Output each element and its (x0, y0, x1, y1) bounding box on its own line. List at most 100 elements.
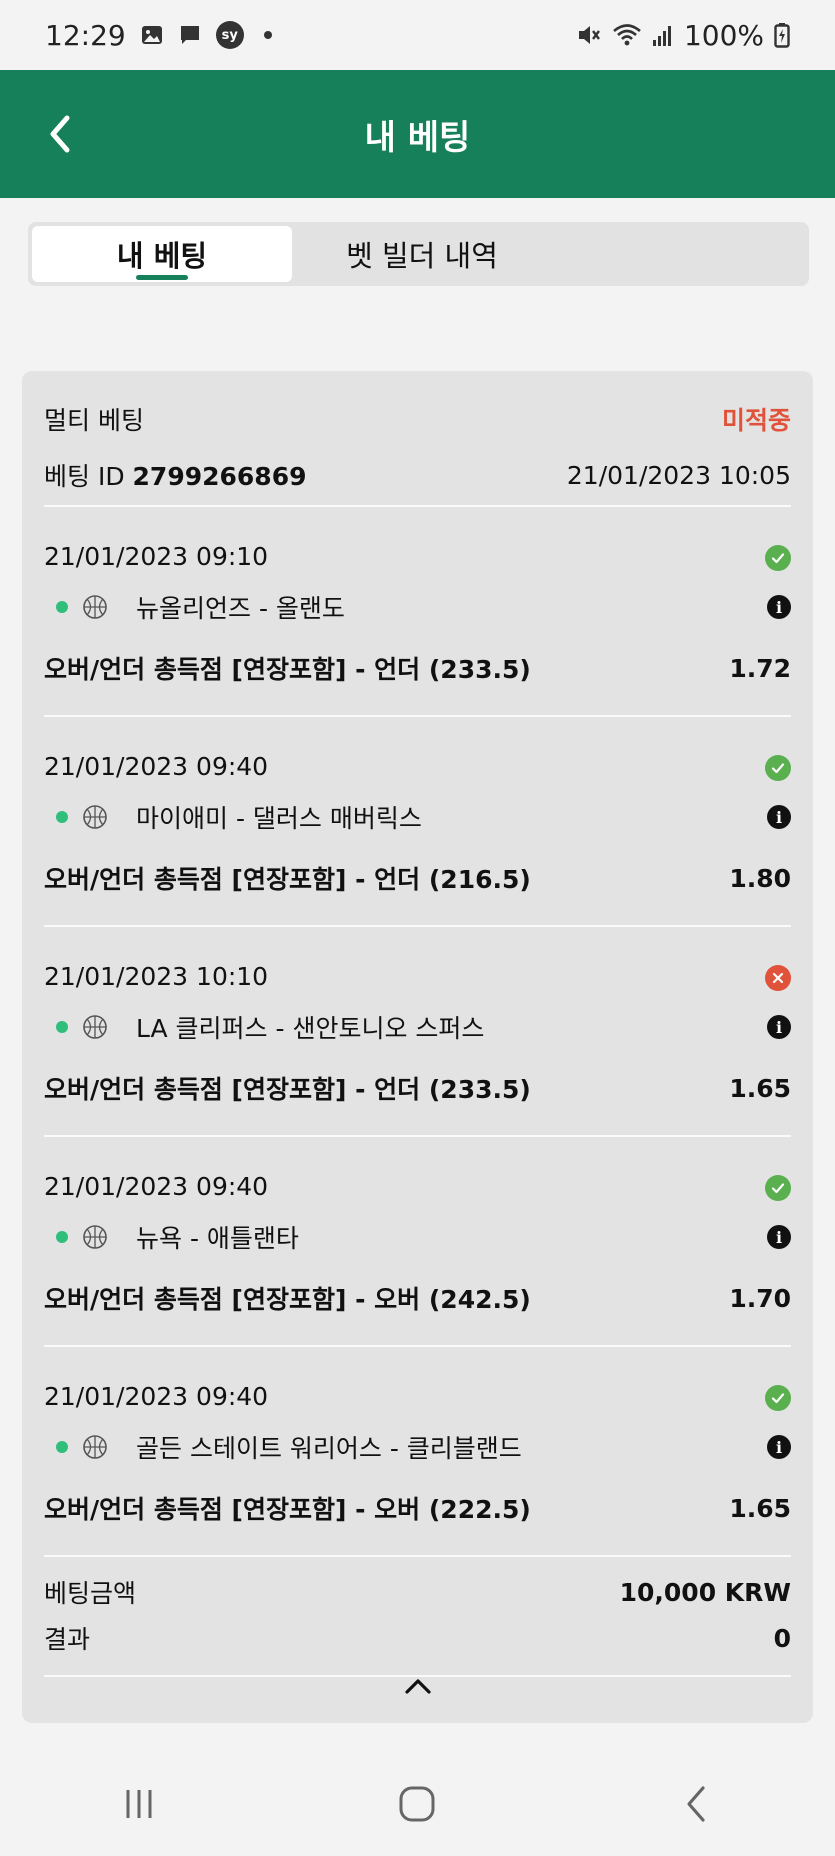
info-icon[interactable]: i (767, 805, 791, 829)
selection-match-row: 뉴욕 - 애틀랜타 i (44, 1207, 791, 1267)
selection-market: 오버/언더 총득점 [연장포함] - 오버 (222.5) (44, 1495, 531, 1524)
bet-id-label: 베팅 ID (44, 462, 125, 491)
selection-match: 마이애미 - 댈러스 매버릭스 (136, 804, 422, 833)
selection-header: 21/01/2023 10:10 (44, 927, 791, 997)
selection-datetime: 21/01/2023 10:10 (44, 962, 269, 991)
tab-label: 벳 빌더 내역 (346, 239, 498, 273)
tab-bet-builder-history[interactable]: 벳 빌더 내역 (292, 226, 552, 282)
battery-icon (774, 22, 790, 48)
bet-id: 베팅 ID 2799266869 (44, 457, 306, 493)
battery-percent: 100% (683, 18, 764, 52)
selection-item: 21/01/2023 09:40 뉴욕 - 애틀랜타 i 오버/언더 총득점 [… (44, 1137, 791, 1347)
bet-type-row: 멀티 베팅 미적중 (44, 401, 791, 437)
selection-odds: 1.65 (729, 1073, 791, 1103)
home-button[interactable] (377, 1774, 457, 1834)
selection-item: 21/01/2023 09:40 골든 스테이트 워리어스 - 클리블랜드 i … (44, 1347, 791, 1557)
selection-odds: 1.72 (729, 653, 791, 683)
result-row: 결과 0 (44, 1615, 791, 1661)
check-icon (765, 1175, 791, 1201)
basketball-icon (82, 594, 108, 620)
status-time: 12:29 (45, 18, 126, 52)
selection-odds: 1.65 (729, 1493, 791, 1523)
selection-market: 오버/언더 총득점 [연장포함] - 오버 (242.5) (44, 1285, 531, 1314)
selection-match-row: 골든 스테이트 워리어스 - 클리블랜드 i (44, 1417, 791, 1477)
dot-icon (263, 31, 272, 39)
bet-id-number: 2799266869 (132, 462, 307, 491)
info-icon[interactable]: i (767, 1435, 791, 1459)
recents-button[interactable] (99, 1774, 179, 1834)
live-dot-icon (56, 811, 68, 823)
check-icon (765, 545, 791, 571)
signal-icon (652, 23, 674, 47)
active-tab-indicator (136, 275, 188, 280)
selection-market-row: 오버/언더 총득점 [연장포함] - 언더 (233.5) 1.65 (44, 1057, 791, 1119)
collapse-button[interactable] (22, 1661, 813, 1711)
selection-item: 21/01/2023 09:40 마이애미 - 댈러스 매버릭스 i 오버/언더… (44, 717, 791, 927)
wifi-icon (612, 22, 642, 48)
gallery-icon (140, 23, 164, 47)
selection-match: LA 클리퍼스 - 샌안토니오 스퍼스 (136, 1014, 485, 1043)
info-icon[interactable]: i (767, 595, 791, 619)
sy-icon: sy (215, 21, 244, 49)
selection-header: 21/01/2023 09:40 (44, 1137, 791, 1207)
selection-market: 오버/언더 총득점 [연장포함] - 언더 (216.5) (44, 865, 531, 894)
selection-datetime: 21/01/2023 09:40 (44, 752, 269, 781)
basketball-icon (82, 1224, 108, 1250)
selection-odds: 1.80 (729, 863, 791, 893)
selection-datetime: 21/01/2023 09:10 (44, 542, 269, 571)
bet-card: 멀티 베팅 미적중 베팅 ID 2799266869 21/01/2023 10… (22, 371, 813, 1723)
selection-market-row: 오버/언더 총득점 [연장포함] - 오버 (242.5) 1.70 (44, 1267, 791, 1329)
system-back-button[interactable] (656, 1774, 736, 1834)
selection-match: 골든 스테이트 워리어스 - 클리블랜드 (136, 1434, 522, 1463)
bet-status: 미적중 (721, 406, 791, 435)
selection-match: 뉴욕 - 애틀랜타 (136, 1224, 299, 1253)
live-dot-icon (56, 601, 68, 613)
basketball-icon (82, 1014, 108, 1040)
recents-icon (126, 1790, 152, 1818)
back-button[interactable] (40, 106, 80, 162)
tab-bar: 내 베팅 벳 빌더 내역 (28, 222, 809, 286)
status-bar: 12:29 sy 100% (0, 0, 835, 70)
selection-match-row: 마이애미 - 댈러스 매버릭스 i (44, 787, 791, 847)
cross-icon (765, 965, 791, 991)
live-dot-icon (56, 1231, 68, 1243)
check-icon (765, 755, 791, 781)
tab-my-bets[interactable]: 내 베팅 (32, 226, 292, 282)
selection-market-row: 오버/언더 총득점 [연장포함] - 언더 (216.5) 1.80 (44, 847, 791, 909)
live-dot-icon (56, 1021, 68, 1033)
tab-label: 내 베팅 (116, 239, 208, 273)
selection-market: 오버/언더 총득점 [연장포함] - 언더 (233.5) (44, 1075, 531, 1104)
stake-label: 베팅금액 (44, 1579, 137, 1608)
selection-datetime: 21/01/2023 09:40 (44, 1382, 269, 1411)
message-icon (178, 23, 202, 47)
stake-row: 베팅금액 10,000 KRW (44, 1569, 791, 1615)
selection-market-row: 오버/언더 총득점 [연장포함] - 언더 (233.5) 1.72 (44, 637, 791, 699)
selection-header: 21/01/2023 09:40 (44, 717, 791, 787)
selection-market: 오버/언더 총득점 [연장포함] - 언더 (233.5) (44, 655, 531, 684)
info-icon[interactable]: i (767, 1225, 791, 1249)
basketball-icon (82, 1434, 108, 1460)
basketball-icon (82, 804, 108, 830)
selection-match: 뉴올리언즈 - 올랜도 (136, 594, 345, 623)
live-dot-icon (56, 1441, 68, 1453)
page-title: 내 베팅 (364, 117, 471, 158)
selection-datetime: 21/01/2023 09:40 (44, 1172, 269, 1201)
result-value: 0 (773, 1623, 791, 1653)
info-icon[interactable]: i (767, 1015, 791, 1039)
bet-placed-at: 21/01/2023 10:05 (566, 460, 791, 490)
selection-market-row: 오버/언더 총득점 [연장포함] - 오버 (222.5) 1.65 (44, 1477, 791, 1539)
chevron-up-icon (404, 1679, 431, 1694)
selection-match-row: LA 클리퍼스 - 샌안토니오 스퍼스 i (44, 997, 791, 1057)
bet-id-row: 베팅 ID 2799266869 21/01/2023 10:05 (44, 457, 791, 507)
selection-header: 21/01/2023 09:10 (44, 507, 791, 577)
selection-item: 21/01/2023 09:10 뉴올리언즈 - 올랜도 i 오버/언더 총득점… (44, 507, 791, 717)
result-label: 결과 (44, 1625, 91, 1654)
bet-summary: 베팅금액 10,000 KRW 결과 0 (44, 1557, 791, 1677)
check-icon (765, 1385, 791, 1411)
back-icon (687, 1786, 705, 1822)
app-header: 내 베팅 (0, 70, 835, 198)
selection-item: 21/01/2023 10:10 LA 클리퍼스 - 샌안토니오 스퍼스 i 오… (44, 927, 791, 1137)
bet-type: 멀티 베팅 (44, 406, 144, 435)
stake-value: 10,000 KRW (619, 1577, 791, 1607)
system-nav-bar (0, 1752, 835, 1856)
